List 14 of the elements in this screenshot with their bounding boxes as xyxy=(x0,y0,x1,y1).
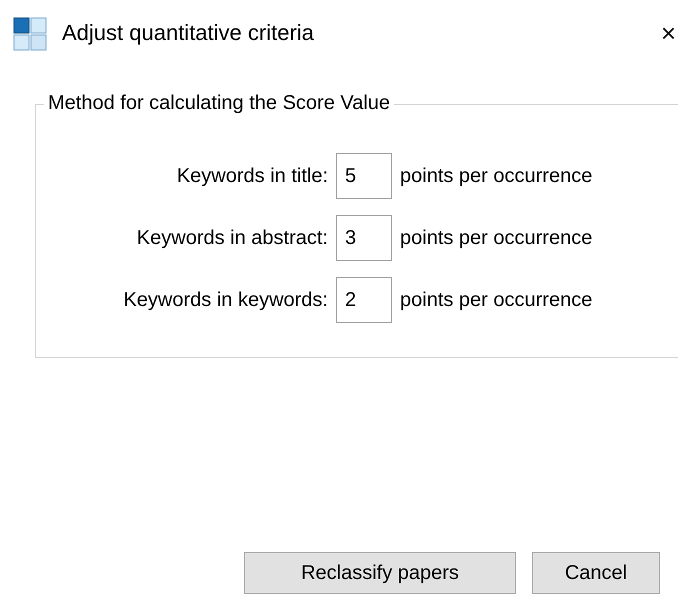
unit-label: points per occurrence xyxy=(400,288,594,312)
input-field[interactable]: 3 xyxy=(336,215,392,261)
group-legend: Method for calculating the Score Value xyxy=(44,92,394,115)
reclassify-button[interactable]: Reclassify papers xyxy=(244,552,516,594)
close-button[interactable]: × xyxy=(660,18,676,48)
field-label: Keywords in title: xyxy=(176,164,328,188)
field-label: Keywords in abstract: xyxy=(136,226,328,250)
unit-label: points per occurrence xyxy=(400,226,594,250)
field-label: Keywords in keywords: xyxy=(122,288,328,312)
unit-label: points per occurrence xyxy=(400,164,594,188)
cancel-button[interactable]: Cancel xyxy=(532,552,660,594)
input-field[interactable]: 5 xyxy=(336,153,392,199)
input-field[interactable]: 2 xyxy=(336,277,392,323)
window-title: Adjust quantitative criteria xyxy=(62,20,315,46)
